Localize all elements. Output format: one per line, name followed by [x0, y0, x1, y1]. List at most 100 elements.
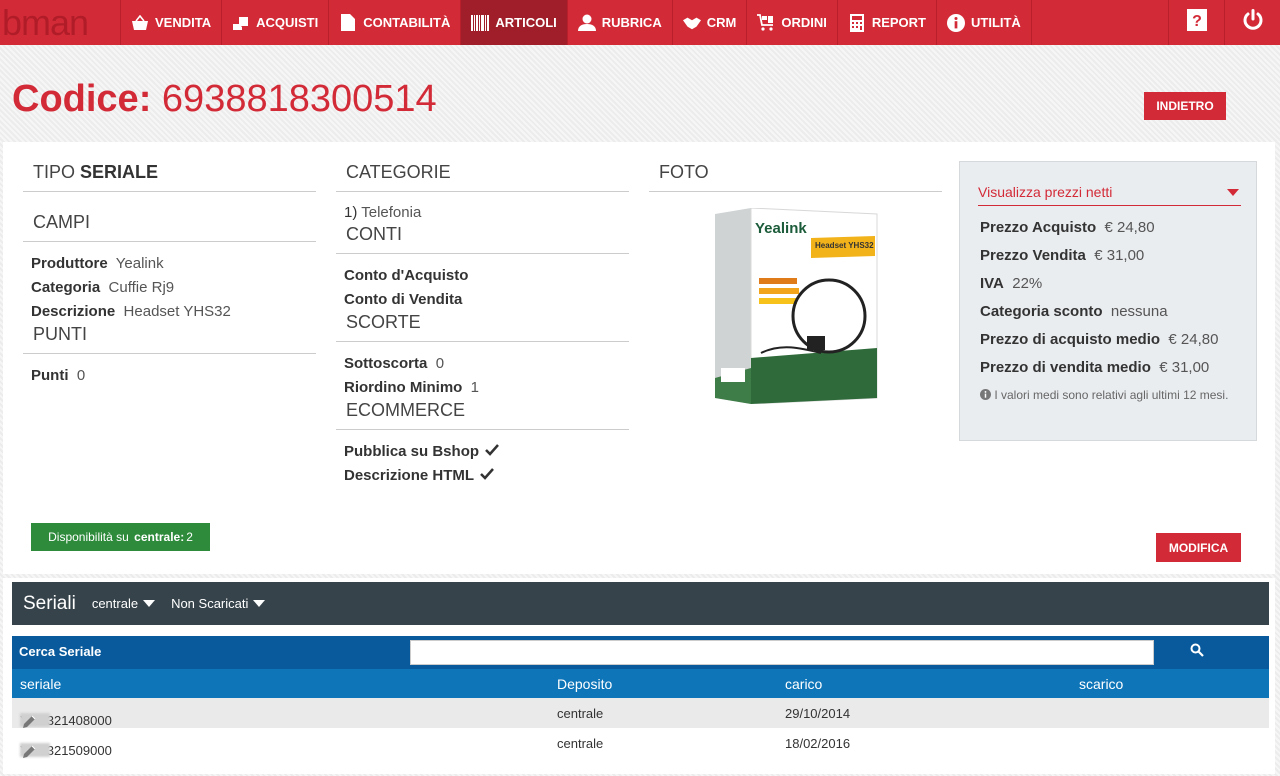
prezzo-acquisto: Prezzo Acquisto € 24,80 [980, 219, 1155, 236]
serials-panel: Seriali centrale Non Scaricati Cerca Ser… [3, 578, 1275, 774]
serials-header: Seriali centrale Non Scaricati [12, 582, 1269, 625]
search-label: Cerca Seriale [19, 644, 102, 659]
calculator-icon [848, 13, 866, 32]
punti-heading: PUNTI [23, 324, 316, 354]
tipo-heading: TIPO SERIALE [23, 162, 316, 192]
categoria-sconto: Categoria sconto nessuna [980, 303, 1168, 320]
codice-label: Codice: [12, 78, 152, 120]
punti-row: Punti 0 [31, 367, 86, 384]
nav-crm[interactable]: CRM [673, 0, 748, 45]
campi-list: Produttore Yealink Categoria Cuffie Rj9 … [23, 252, 316, 324]
table-row: YHS321509000 centrale 18/02/2016 [12, 728, 1269, 758]
medie-note-text: I valori medi sono relativi agli ultimi … [994, 388, 1229, 402]
photo-brand-text: Yealink [755, 220, 807, 237]
iva: IVA 22% [980, 275, 1043, 292]
price-view-select[interactable]: Visualizza prezzi netti [978, 184, 1241, 206]
table-row: YHS321408000 centrale 29/10/2014 [12, 698, 1269, 728]
pubblica-bshop-row: Pubblica su Bshop [336, 440, 629, 464]
conto-acquisto: Conto d'Acquisto [344, 267, 469, 284]
document-icon [339, 14, 357, 32]
campo-produttore: Produttore Yealink [31, 255, 164, 272]
back-button[interactable]: INDIETRO [1144, 92, 1226, 120]
campo-descrizione: Descrizione Headset YHS32 [31, 303, 231, 320]
prices-panel: Visualizza prezzi netti Prezzo Acquisto … [959, 161, 1257, 441]
help-icon: ? [1186, 9, 1207, 36]
foto-heading: FOTO [649, 162, 942, 192]
categorie-heading: CATEGORIE [336, 162, 629, 192]
price-view-select-value: Visualizza prezzi netti [978, 184, 1113, 200]
serials-title: Seriali [23, 592, 76, 614]
page-title: Codice: 6938818300514 [12, 78, 437, 121]
scorte-heading: SCORTE [336, 312, 629, 342]
deposito-cell: centrale [557, 706, 604, 721]
edit-pencil-icon[interactable] [20, 743, 38, 761]
punti-list: Punti 0 [23, 364, 316, 388]
power-icon [1242, 9, 1264, 36]
nav-rubrica[interactable]: RUBRICA [568, 0, 673, 45]
serials-table-header: seriale Deposito carico scarico [12, 669, 1269, 698]
search-button[interactable] [1182, 640, 1212, 665]
categoria-item: 1) Telefonia [344, 204, 422, 221]
conti-list: Conto d'Acquisto Conto di Vendita [336, 264, 629, 312]
ecommerce-list: Pubblica su Bshop Descrizione HTML [336, 440, 629, 488]
sottoscorta-row: Sottoscorta 0 [344, 355, 445, 372]
nav-vendita[interactable]: VENDITA [121, 0, 223, 45]
categorie-list: 1) Telefonia [336, 202, 629, 224]
availability-badge: Disponibilità su centrale: 2 [31, 523, 210, 551]
modifica-button[interactable]: MODIFICA [1156, 533, 1241, 562]
article-details-card: TIPO SERIALE CAMPI Produttore Yealink Ca… [3, 142, 1275, 574]
campi-heading: CAMPI [23, 212, 316, 242]
codice-value: 6938818300514 [161, 78, 437, 120]
user-icon [577, 14, 596, 32]
caret-down-icon [143, 600, 156, 607]
nav-label: RUBRICA [601, 15, 662, 30]
col-deposito[interactable]: Deposito [557, 676, 612, 692]
descrizione-html-row: Descrizione HTML [336, 464, 629, 488]
col-scarico[interactable]: scarico [1079, 676, 1123, 692]
bman-logo[interactable]: bman [0, 0, 121, 45]
campo-categoria: Categoria Cuffie Rj9 [31, 279, 175, 296]
prezzo-vendita-medio: Prezzo di vendita medio € 31,00 [980, 359, 1210, 376]
nav-report[interactable]: REPORT [838, 0, 937, 45]
prezzo-acquisto-medio: Prezzo di acquisto medio € 24,80 [980, 331, 1219, 348]
nav-utilita[interactable]: UTILITÀ [937, 0, 1032, 45]
info-icon [947, 13, 965, 32]
stato-filter-dropdown[interactable]: Non Scaricati [171, 596, 266, 611]
caret-down-icon [1227, 189, 1239, 196]
photo-model-text: Headset YHS32 [815, 241, 874, 250]
nav-label: VENDITA [155, 15, 212, 30]
deposito-cell: centrale [557, 736, 604, 751]
help-button[interactable]: ? [1168, 0, 1224, 45]
top-navigation: bman VENDITA ACQUISTI CONTABILITÀ ARTICO… [0, 0, 1280, 45]
serial-search-bar: Cerca Seriale [12, 636, 1269, 669]
nav-articoli[interactable]: ARTICOLI [461, 0, 568, 45]
col-carico[interactable]: carico [785, 676, 822, 692]
nav-label: ACQUISTI [256, 15, 319, 30]
caret-down-icon [253, 600, 266, 607]
conti-heading: CONTI [336, 224, 629, 254]
medie-note: I valori medi sono relativi agli ultimi … [980, 386, 1230, 404]
scorte-list: Sottoscorta 0 Riordino Minimo 1 [336, 352, 629, 400]
deposito-filter-dropdown[interactable]: centrale [92, 596, 156, 611]
nav-contabilita[interactable]: CONTABILITÀ [329, 0, 462, 45]
logout-button[interactable] [1224, 0, 1280, 45]
nav-ordini[interactable]: ORDINI [747, 0, 838, 45]
info-circle-icon [980, 388, 991, 402]
basket-icon [131, 14, 149, 32]
nav-label: CONTABILITÀ [363, 15, 451, 30]
serial-search-input[interactable] [410, 640, 1154, 665]
nav-label: UTILITÀ [971, 15, 1021, 30]
product-photo[interactable]: Yealink Headset YHS32 [711, 207, 881, 409]
carico-cell: 18/02/2016 [785, 736, 851, 751]
search-icon [1190, 643, 1204, 662]
ecommerce-heading: ECOMMERCE [336, 400, 629, 430]
svg-text:?: ? [1192, 13, 1202, 30]
checkmark-icon [480, 465, 494, 480]
nav-acquisti[interactable]: ACQUISTI [222, 0, 330, 45]
col-seriale[interactable]: seriale [20, 676, 61, 692]
nav-label: REPORT [871, 15, 926, 30]
checkmark-icon [485, 441, 499, 456]
hand-bag-icon [232, 14, 250, 32]
conto-vendita: Conto di Vendita [344, 291, 463, 308]
handshake-icon [682, 14, 701, 32]
